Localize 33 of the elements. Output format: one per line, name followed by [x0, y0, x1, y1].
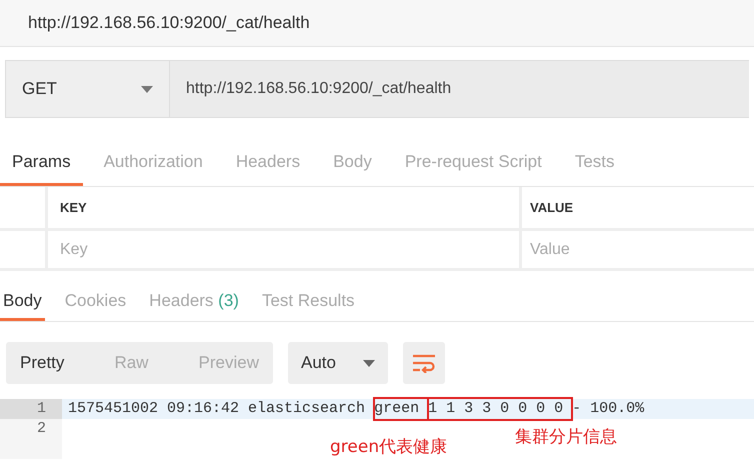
caret-icon [141, 86, 153, 92]
response-tab[interactable]: Cookies [62, 284, 130, 321]
response-tab[interactable]: Body [0, 284, 45, 321]
highlighted-code: green [374, 398, 428, 420]
wrap-lines-icon [412, 353, 436, 373]
code-text: - 100.0% [572, 398, 644, 419]
annotation: green代表健康 [330, 436, 448, 459]
request-tab[interactable]: Authorization [92, 140, 215, 186]
request-tab[interactable]: Pre-request Script [392, 140, 554, 186]
request-tab[interactable]: Headers [224, 140, 312, 186]
view-mode-button[interactable]: Raw [114, 350, 148, 376]
request-tab[interactable]: Body [321, 140, 384, 186]
value-field[interactable]: Value [522, 231, 754, 268]
key-field[interactable]: Key [48, 231, 522, 268]
method-dropdown[interactable]: GET [5, 60, 170, 118]
wrap-button[interactable] [403, 342, 445, 384]
highlighted-code: 1 1 3 3 0 0 0 0 [428, 398, 572, 420]
window-title: http://192.168.56.10:9200/_cat/health [28, 12, 310, 34]
annotation: 集群分片信息 [515, 426, 617, 449]
view-mode-button[interactable]: Pretty [20, 350, 64, 376]
caret-icon [363, 360, 375, 366]
column-header: KEY [48, 187, 522, 228]
response-tab[interactable]: Headers (3) [146, 284, 242, 321]
column-header: VALUE [529, 198, 574, 217]
line-number: 1 [0, 399, 62, 419]
code-text: 1575451002 09:16:42 elasticsearch [68, 398, 366, 419]
request-tab[interactable]: Params [0, 140, 83, 186]
format-dropdown[interactable]: Auto [288, 342, 388, 384]
request-tab[interactable]: Tests [562, 140, 627, 186]
view-mode-button[interactable]: Preview [198, 350, 259, 376]
line-number: 2 [0, 419, 62, 439]
url-field[interactable]: http://192.168.56.10:9200/_cat/health [170, 60, 749, 118]
response-tab[interactable]: Test Results [258, 284, 358, 321]
